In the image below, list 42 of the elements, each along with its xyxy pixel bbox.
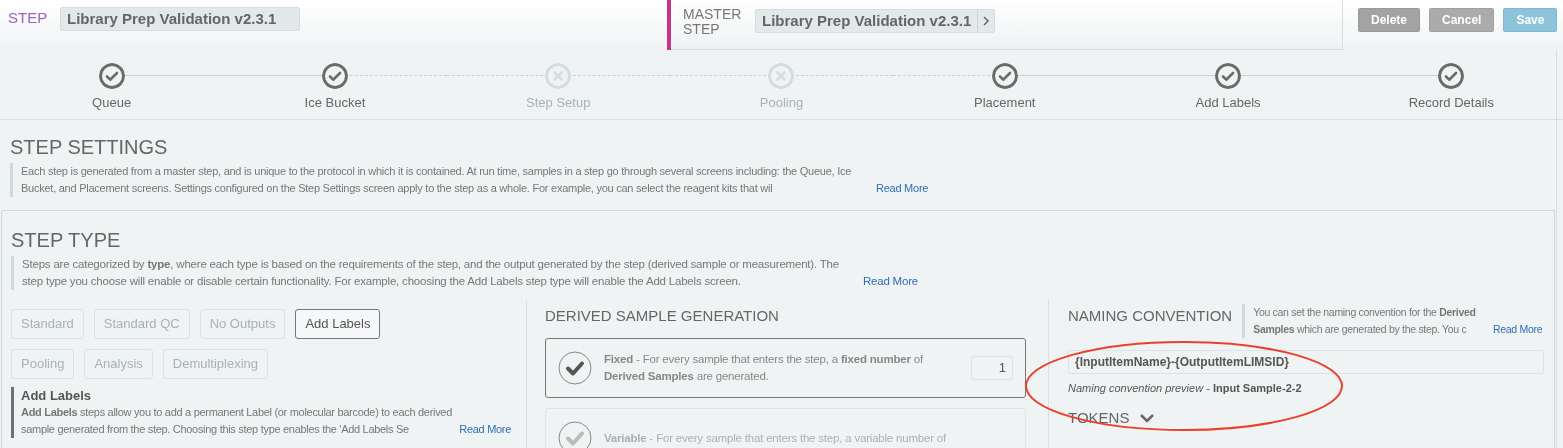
delete-button[interactable]: Delete: [1358, 8, 1421, 32]
option-text: Fixed - For every sample that enters the step, a fixed number of Derived Samples are generated.: [604, 352, 925, 384]
section-title: STEP TYPE: [11, 229, 122, 251]
preview-text: Naming convention preview - Input Sample-2-2: [1068, 381, 1303, 396]
chevron-right-icon[interactable]: [981, 15, 992, 27]
check-circle-icon: [1438, 63, 1465, 89]
description-text: You can set the naming convention for the Derived Samples which are generated by the step. You c: [1253, 305, 1477, 337]
check-circle-icon: [991, 63, 1018, 89]
master-step-label: MASTER STEP: [683, 7, 743, 37]
step-label[interactable]: Queue: [92, 93, 132, 113]
x-circle-icon: [768, 63, 795, 89]
number-field[interactable]: 1: [971, 356, 1013, 380]
description-text: Steps are categorized by type, where each type is based on the requirements of the step, and the output generated by the step (derived sample or measurement). The step type you choose will enable or disable certain functionality. For example, choosing the Add Labels step type will enable the Add Labels screen.: [22, 257, 840, 289]
read-more-link[interactable]: Read More: [862, 273, 918, 290]
read-more-link[interactable]: Read More: [459, 421, 511, 438]
section-title: DERIVED SAMPLE GENERATION: [545, 306, 780, 326]
naming-convention-field[interactable]: {InputItemName}-{OutputItemLIMSID}: [1068, 350, 1544, 374]
chevron-down-icon[interactable]: [1139, 412, 1156, 423]
generation-option[interactable]: Fixed - For every sample that enters the step, a fixed number of Derived Samples are generated. 1: [545, 338, 1026, 398]
accent-bar: [667, 0, 671, 50]
section-title: STEP SETTINGS: [10, 136, 169, 158]
step-label[interactable]: Record Details: [1408, 93, 1494, 113]
check-circle-icon: [558, 351, 592, 385]
read-more-link[interactable]: Read More: [876, 180, 929, 197]
info-text: Add Labels steps allow you to add a permanent Label (or molecular barcode) to each derived sample generated from the step. Choosing this step type enables the 'Add Labels Se: [21, 405, 453, 437]
step-label[interactable]: Placement: [974, 93, 1036, 113]
check-circle-icon: [321, 63, 348, 89]
description-text: Each step is generated from a master step, and is unique to the protocol in which it is contained. At run time, samples in a step go through several screens including: the Queue, Ice Bucket, and Placement screens. Settings configured on the Step Settings screen apply to the step as a whole. For example, you can select the reagent kits that wil: [21, 164, 853, 196]
tokens-heading[interactable]: TOKENS: [1068, 406, 1130, 429]
check-circle-icon: [98, 63, 125, 89]
x-circle-icon: [545, 63, 572, 89]
option-text: Variable - For every sample that enters the step, a variable number of: [604, 430, 948, 446]
step-label: STEP: [8, 8, 49, 28]
step-label[interactable]: Add Labels: [1195, 93, 1261, 113]
step-type-button[interactable]: Add Labels: [295, 309, 381, 339]
section-title: NAMING CONVENTION: [1068, 306, 1233, 326]
check-circle-icon: [1215, 63, 1242, 89]
step-name-field[interactable]: Library Prep Validation v2.3.1: [60, 7, 300, 31]
master-step-field[interactable]: Library Prep Validation v2.3.1: [755, 9, 996, 33]
step-label[interactable]: Ice Bucket: [304, 93, 366, 113]
info-title: Add Labels: [21, 387, 93, 404]
read-more-link[interactable]: Read More: [1492, 321, 1543, 338]
